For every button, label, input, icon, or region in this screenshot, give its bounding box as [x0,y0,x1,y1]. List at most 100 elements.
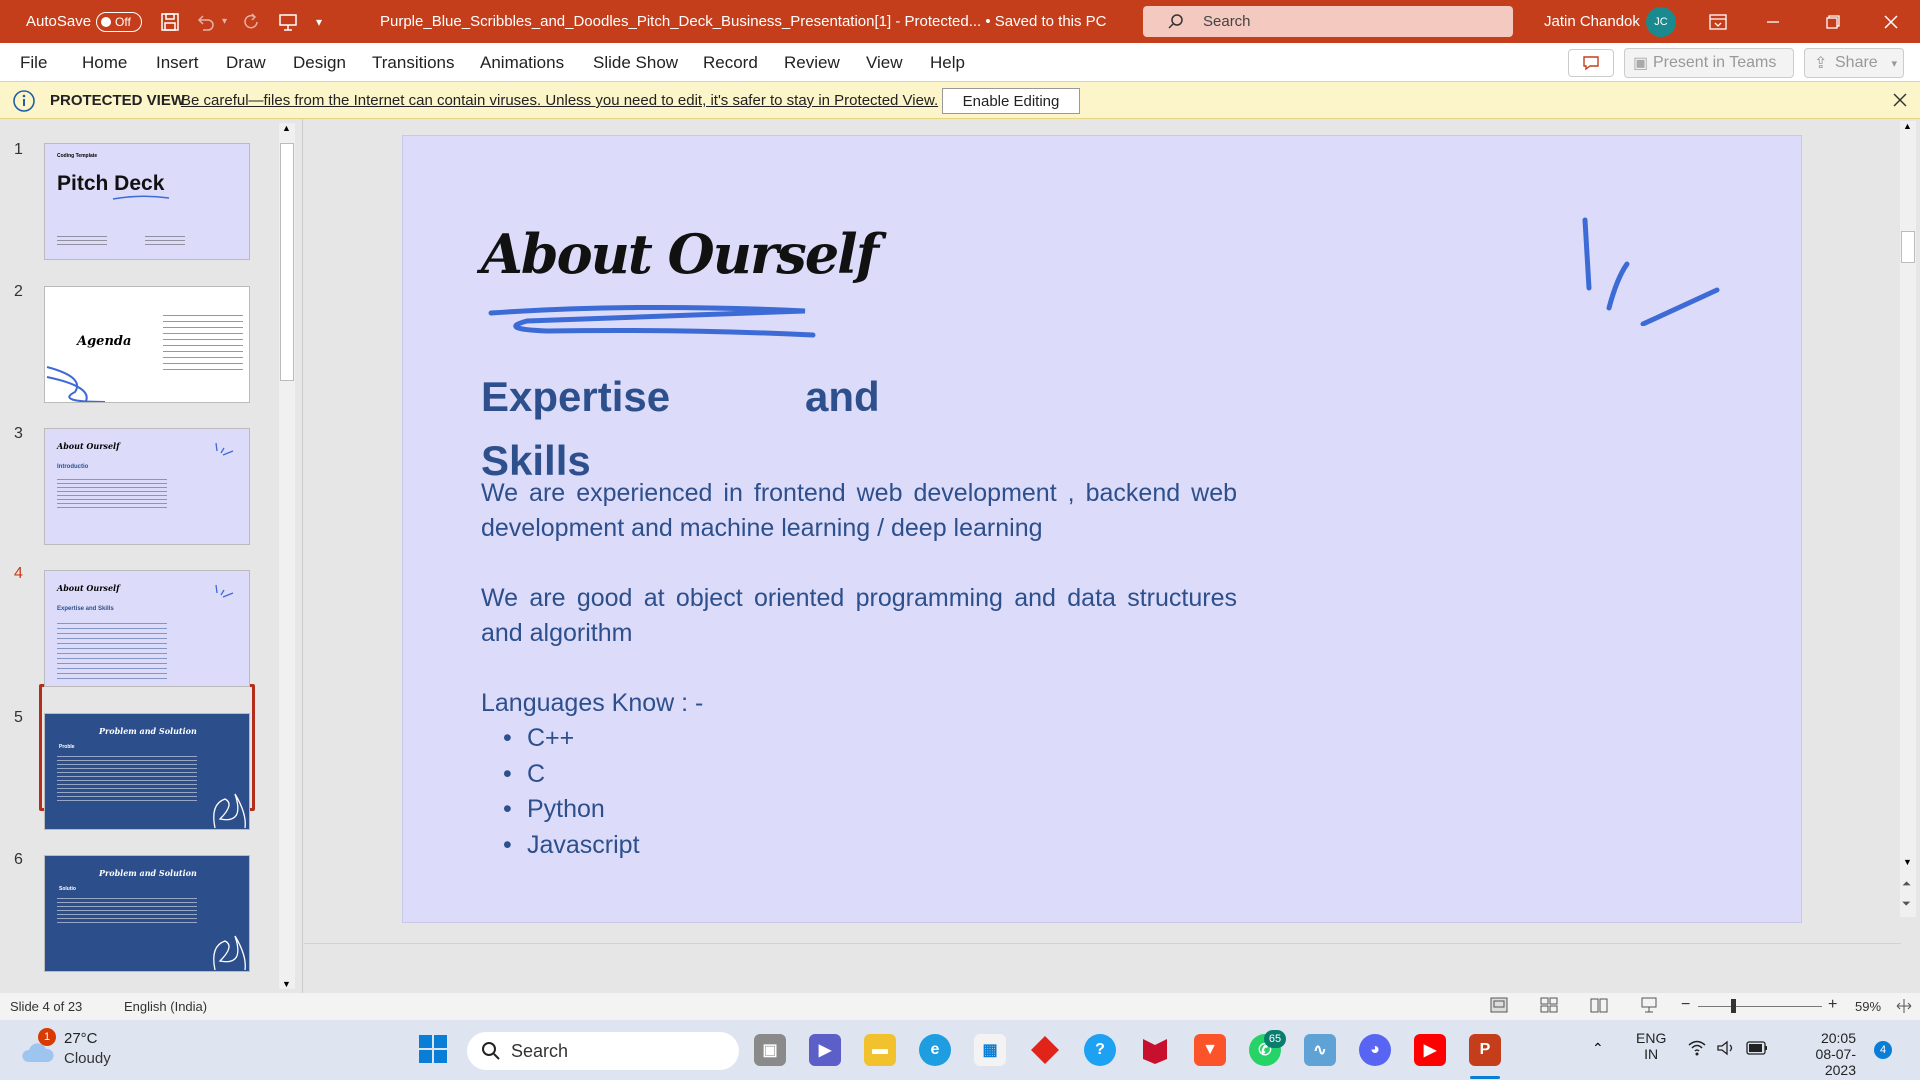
discord-icon[interactable]: ◕ [1359,1034,1391,1066]
close-bar-icon[interactable] [1893,93,1907,107]
weather-temp[interactable]: 27°C [64,1030,98,1047]
ribbon-display-icon[interactable] [1709,0,1727,43]
teams-chat-icon[interactable]: ▶ [809,1034,841,1066]
zoom-slider-thumb[interactable] [1731,999,1736,1013]
tab-design[interactable]: Design [293,53,346,73]
notification-badge[interactable]: 4 [1874,1041,1892,1059]
customize-toolbar-icon[interactable]: ▾ [316,0,322,43]
slide-sorter-icon[interactable] [1540,997,1558,1013]
minimize-icon[interactable] [1766,0,1780,43]
restore-icon[interactable] [1826,0,1840,43]
thumbnail-subtitle: Proble [59,744,75,750]
notes-divider[interactable] [304,943,1901,944]
tab-review[interactable]: Review [784,53,840,73]
present-in-teams-button[interactable]: ▣ Present in Teams [1624,48,1794,78]
get-help-icon[interactable]: ? [1084,1034,1116,1066]
comments-button[interactable] [1568,49,1614,77]
tab-home[interactable]: Home [82,53,127,73]
tab-help[interactable]: Help [930,53,965,73]
input-language[interactable]: ENG IN [1636,1030,1666,1062]
tab-view[interactable]: View [866,53,903,73]
present-from-start-icon[interactable] [278,0,298,43]
clock[interactable]: 20:05 08-07-2023 [1790,1030,1856,1078]
tab-record[interactable]: Record [703,53,758,73]
thumbnail-slide-4[interactable]: About Ourself Expertise and Skills [44,570,250,687]
scroll-down-icon[interactable]: ▼ [282,979,291,989]
brave-browser-icon[interactable]: ▼ [1194,1034,1226,1066]
slide-show-icon[interactable] [1640,996,1658,1014]
scroll-up-icon[interactable]: ▲ [282,123,291,133]
undo-icon[interactable] [195,0,215,43]
share-label: Share [1835,54,1878,71]
slide-counter[interactable]: Slide 4 of 23 [10,999,82,1014]
zoom-slider[interactable] [1698,1006,1822,1007]
normal-view-icon[interactable] [1490,997,1508,1013]
scroll-thumb[interactable] [1901,231,1915,263]
reading-view-icon[interactable] [1590,997,1608,1013]
redo-icon[interactable] [242,0,262,43]
wifi-icon[interactable] [1687,1040,1707,1056]
subhead-and[interactable]: and [805,373,880,421]
tab-slide-show[interactable]: Slide Show [593,53,678,73]
volume-icon[interactable] [1716,1040,1736,1056]
tab-file[interactable]: File [20,53,47,73]
thumbnail-slide-2[interactable]: Agenda [44,286,250,403]
slide-scrollbar[interactable]: ▲ ▼ ⏶ ⏷ [1900,121,1916,917]
thumbnail-slide-1[interactable]: Coding Template Pitch Deck [44,143,250,260]
edge-browser-icon[interactable]: e [919,1034,951,1066]
taskbar-search[interactable]: Search [467,1032,739,1070]
paragraph-experience[interactable]: We are experienced in frontend web devel… [481,476,1237,546]
zoom-level[interactable]: 59% [1855,999,1881,1014]
previous-slide-icon[interactable]: ⏶ [1902,879,1911,890]
enable-editing-button[interactable]: Enable Editing [942,88,1080,114]
user-name[interactable]: Jatin Chandok [1544,0,1640,43]
whatsapp-badge: 65 [1264,1030,1286,1048]
scroll-thumb[interactable] [280,143,294,381]
next-slide-icon[interactable]: ⏷ [1902,899,1911,910]
comment-icon [1583,56,1599,71]
paragraph-skills[interactable]: We are good at object oriented programmi… [481,581,1237,651]
language-indicator[interactable]: English (India) [124,999,207,1014]
search-box[interactable]: Search [1143,6,1513,37]
stocks-app-icon[interactable]: ∿ [1304,1034,1336,1066]
zoom-out-icon[interactable]: − [1681,996,1690,1014]
scroll-down-icon[interactable]: ▼ [1903,857,1912,867]
tab-transitions[interactable]: Transitions [372,53,455,73]
youtube-icon[interactable]: ▶ [1414,1034,1446,1066]
thumbnail-slide-3[interactable]: About Ourself Introductio [44,428,250,545]
file-explorer-icon[interactable]: ▬ [864,1034,896,1066]
thumbnail-number: 3 [14,425,23,442]
tab-insert[interactable]: Insert [156,53,199,73]
show-hidden-icons-icon[interactable]: ⌃ [1592,1040,1604,1057]
weather-widget[interactable]: 1 [20,1028,60,1070]
thumbnail-slide-5[interactable]: Problem and Solution Proble [44,713,250,830]
pane-divider[interactable] [302,119,303,993]
languages-list[interactable]: C++ C Python Javascript [481,721,640,863]
weather-desc[interactable]: Cloudy [64,1050,111,1067]
app-red-diamond-icon[interactable] [1029,1034,1061,1066]
zoom-in-icon[interactable]: + [1828,996,1837,1014]
close-icon[interactable] [1884,0,1898,43]
thumbnail-slide-6[interactable]: Problem and Solution Solutio [44,855,250,972]
tab-animations[interactable]: Animations [480,53,564,73]
undo-dropdown-icon[interactable]: ▾ [222,0,227,43]
share-button[interactable]: ⇪ Share ▾ [1804,48,1904,78]
slide-title[interactable]: About Ourself [481,222,879,286]
fit-to-window-icon[interactable] [1895,997,1913,1015]
subhead-expertise[interactable]: Expertise [481,373,670,421]
languages-heading[interactable]: Languages Know : - [481,686,1237,721]
start-icon[interactable] [418,1034,448,1069]
protected-view-message[interactable]: Be careful—files from the Internet can c… [181,92,938,109]
tab-draw[interactable]: Draw [226,53,266,73]
mcafee-icon[interactable] [1139,1034,1171,1066]
microsoft-store-icon[interactable]: ▦ [974,1034,1006,1066]
task-view-icon[interactable]: ▣ [754,1034,786,1066]
powerpoint-icon[interactable]: P [1469,1034,1501,1066]
battery-icon[interactable] [1746,1041,1768,1055]
thumbnail-scrollbar[interactable]: ▲ ▼ [279,123,295,989]
user-avatar[interactable]: JC [1646,0,1676,43]
save-icon[interactable] [160,0,180,43]
slide-canvas[interactable]: About Ourself Expertise and Skills We ar… [402,135,1802,923]
autosave-toggle[interactable]: Off [96,0,142,43]
scroll-up-icon[interactable]: ▲ [1903,121,1912,131]
